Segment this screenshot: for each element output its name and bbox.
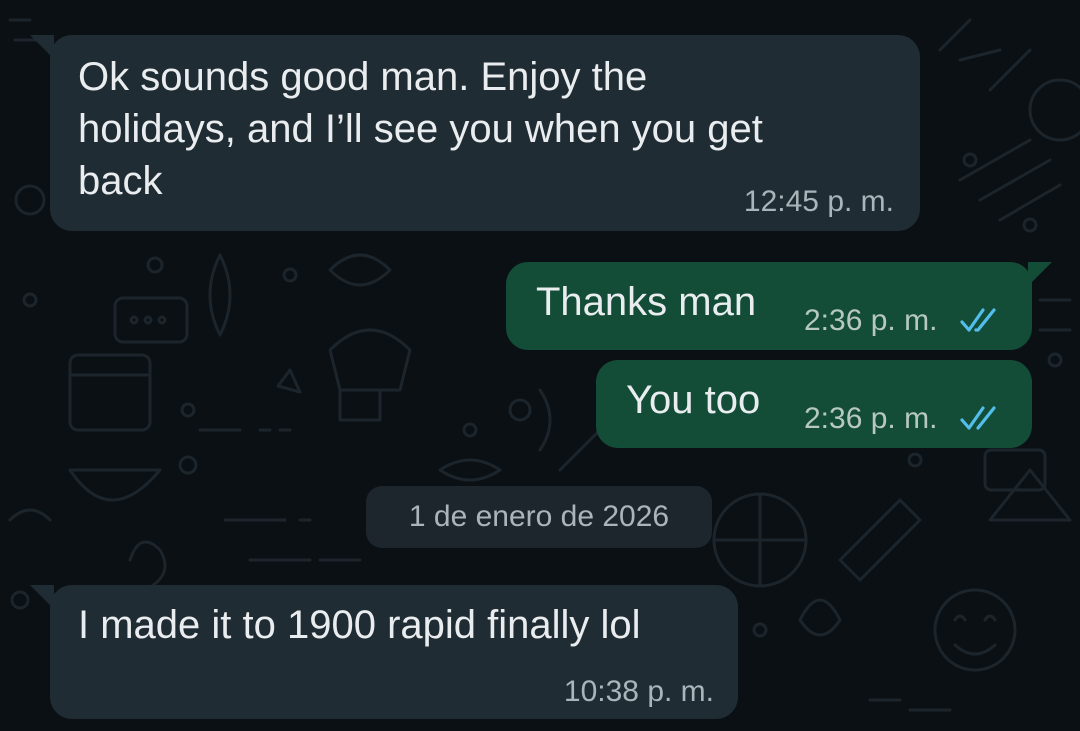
message-time: 2:36 p. m. xyxy=(804,304,938,337)
message-bubble-incoming[interactable]: I made it to 1900 rapid finally lol 10:3… xyxy=(30,585,738,719)
bubble-tail xyxy=(30,35,54,59)
double-check-icon xyxy=(960,308,996,332)
message-time: 12:45 p. m. xyxy=(743,185,894,218)
bubble-tail xyxy=(1028,262,1052,286)
bubble-tail xyxy=(30,585,54,609)
message-text: Ok sounds good man. Enjoy the holidays, … xyxy=(78,55,763,203)
message-text: You too xyxy=(626,378,761,422)
double-check-icon xyxy=(960,406,996,430)
message-text: Thanks man xyxy=(536,280,757,324)
message-bubble-outgoing[interactable]: Thanks man 2:36 p. m. xyxy=(506,262,1052,350)
message-bubble-outgoing[interactable]: You too 2:36 p. m. xyxy=(596,360,1032,448)
message-bubble-incoming[interactable]: Ok sounds good man. Enjoy the holidays, … xyxy=(30,35,920,231)
chat-conversation: Ok sounds good man. Enjoy the holidays, … xyxy=(0,0,1080,731)
message-time: 2:36 p. m. xyxy=(804,402,938,435)
message-time: 10:38 p. m. xyxy=(563,675,714,708)
message-text: I made it to 1900 rapid finally lol xyxy=(78,603,641,647)
date-separator: 1 de enero de 2026 xyxy=(366,486,712,548)
